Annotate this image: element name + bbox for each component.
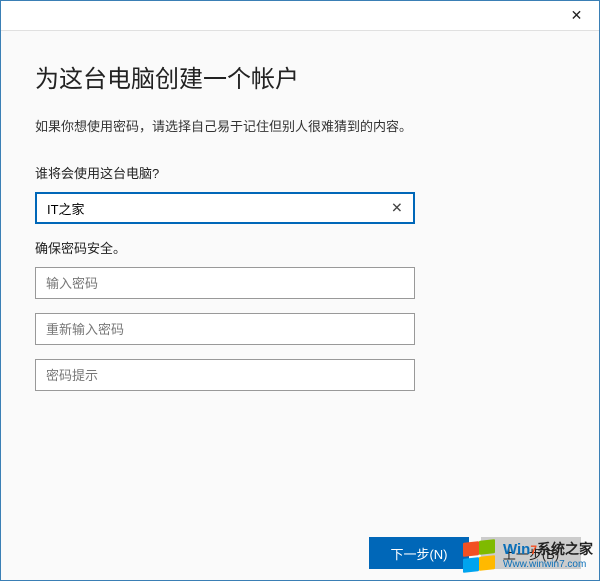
password-hint-input[interactable]	[35, 359, 415, 391]
create-account-dialog: ✕ 为这台电脑创建一个帐户 如果你想使用密码，请选择自己易于记住但别人很难猜到的…	[0, 0, 600, 581]
username-field-wrap: ✕	[35, 192, 565, 224]
page-subtitle: 如果你想使用密码，请选择自己易于记住但别人很难猜到的内容。	[35, 116, 565, 135]
password-field-wrap	[35, 267, 565, 299]
page-title: 为这台电脑创建一个帐户	[35, 59, 565, 94]
content-area: 为这台电脑创建一个帐户 如果你想使用密码，请选择自己易于记住但别人很难猜到的内容…	[1, 31, 599, 580]
next-button[interactable]: 下一步(N)	[369, 537, 469, 569]
username-section-label: 谁将会使用这台电脑?	[35, 163, 565, 182]
back-button[interactable]: 上一步(B)	[481, 537, 581, 569]
username-input[interactable]	[35, 192, 415, 224]
password-hint-field-wrap	[35, 359, 565, 391]
password-section-label: 确保密码安全。	[35, 238, 565, 257]
close-icon: ✕	[571, 7, 583, 24]
close-button[interactable]: ✕	[554, 1, 599, 30]
clear-username-icon[interactable]: ✕	[387, 196, 407, 221]
titlebar: ✕	[1, 1, 599, 31]
footer: 下一步(N) 上一步(B)	[1, 526, 599, 580]
password-confirm-input[interactable]	[35, 313, 415, 345]
password-input[interactable]	[35, 267, 415, 299]
password-confirm-field-wrap	[35, 313, 565, 345]
